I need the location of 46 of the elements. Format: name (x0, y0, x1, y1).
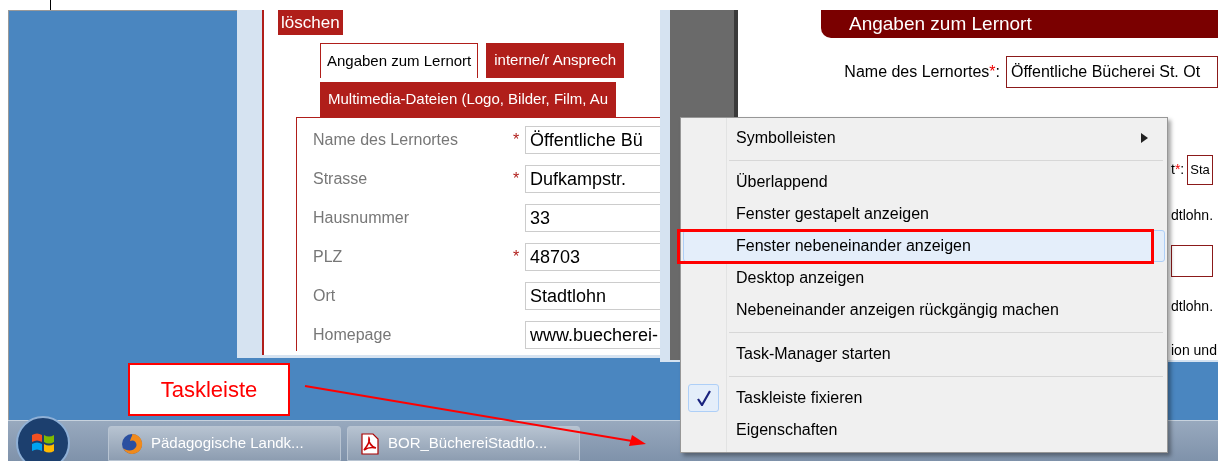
menu-item[interactable]: Fenster nebeneinander anzeigen (683, 230, 1165, 262)
input-field[interactable] (1171, 244, 1213, 277)
label-colon: : (1180, 160, 1185, 179)
menu-item[interactable]: Überlappend (683, 166, 1165, 198)
menu-item[interactable]: Symbolleisten (683, 122, 1165, 154)
input-field[interactable]: Stadtlohn (525, 282, 660, 310)
field-label: Strasse (312, 169, 369, 189)
submenu-arrow-icon (1141, 133, 1148, 143)
label-colon: : (995, 62, 1000, 82)
delete-button[interactable]: löschen (278, 10, 343, 35)
field-value: ion und (1171, 340, 1217, 360)
menu-item[interactable]: Desktop anzeigen (683, 262, 1165, 294)
section-heading: Angaben zum Lernort (821, 10, 1218, 38)
input-field[interactable]: Dufkampstr. (525, 165, 660, 193)
input-field[interactable]: Öffentliche Bücherei St. Ot (1006, 56, 1218, 88)
tab[interactable]: Multimedia-Dateien (Logo, Bilder, Film, Au (320, 82, 617, 117)
field-label: PLZ (312, 247, 344, 267)
field-label: Ort (312, 286, 337, 306)
menu-item[interactable]: Fenster gestapelt anzeigen (683, 198, 1165, 230)
tab[interactable]: interne/r Ansprech (486, 43, 624, 78)
globe-fox-icon (121, 432, 143, 455)
menu-item[interactable]: Taskleiste fixieren (683, 382, 1165, 414)
pdf-file-icon (360, 432, 380, 455)
checkmark-icon (688, 384, 719, 412)
field-label: Homepage (312, 325, 393, 345)
input-field[interactable]: 48703 (525, 243, 660, 271)
field-value: dtlohn. (1171, 296, 1214, 316)
field-label: Hausnummer (312, 208, 411, 228)
field-value: dtlohn. (1171, 205, 1214, 225)
start-button[interactable] (15, 415, 71, 461)
required-mark: * (989, 62, 996, 82)
input-field[interactable]: Sta (1187, 154, 1213, 185)
tab[interactable]: Angaben zum Lernort (320, 43, 479, 78)
callout-label: Taskleiste (128, 363, 290, 416)
input-field[interactable]: 33 (525, 204, 660, 232)
required-mark: * (512, 130, 520, 150)
required-mark: * (512, 169, 520, 189)
field-label: Name des Lernortes (844, 62, 990, 82)
required-mark: * (512, 247, 520, 267)
menu-item[interactable]: Task-Manager starten (683, 338, 1165, 370)
input-field[interactable]: www.buecherei- (525, 321, 660, 349)
input-field[interactable]: Öffentliche Bü (525, 126, 660, 154)
menu-item[interactable]: Nebeneinander anzeigen rückgängig machen (683, 294, 1165, 326)
field-label: Name des Lernortes (312, 130, 459, 150)
menu-item[interactable]: Eigenschaften (683, 414, 1165, 446)
field-label: t (1171, 160, 1175, 179)
